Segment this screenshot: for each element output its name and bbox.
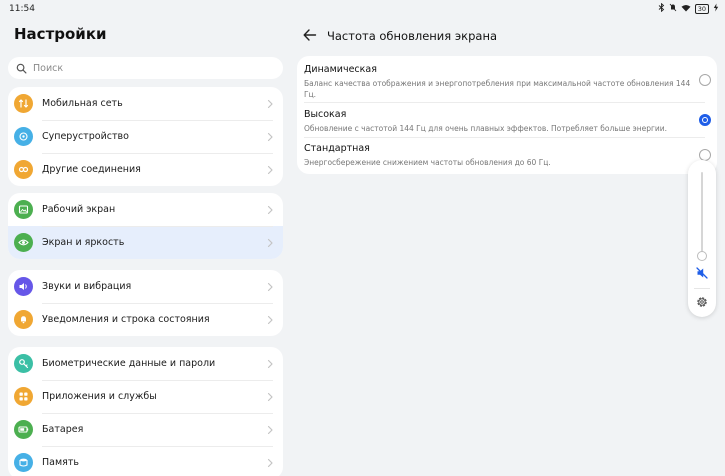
divider <box>42 153 273 154</box>
wifi-icon <box>681 4 691 14</box>
option-standard[interactable]: Стандартная Энергосбережение снижением ч… <box>304 143 704 168</box>
option-high[interactable]: Высокая Обновление с частотой 144 Гц для… <box>304 109 704 134</box>
sidebar-item[interactable]: Другие соединения <box>8 153 283 186</box>
bell-icon <box>14 310 33 329</box>
settings-group: Мобильная сеть Суперустройство Другие соед… <box>8 87 283 186</box>
storage-icon <box>14 453 33 472</box>
divider <box>304 137 705 138</box>
sidebar-item-label: Уведомления и строка состояния <box>42 314 210 325</box>
chevron-right-icon <box>267 238 273 247</box>
chevron-right-icon <box>267 315 273 324</box>
option-description: Энергосбережение снижением частоты обнов… <box>304 158 551 167</box>
mobile-network-icon <box>14 94 33 113</box>
chevron-right-icon <box>267 132 273 141</box>
charging-icon <box>713 3 719 14</box>
chevron-right-icon <box>267 99 273 108</box>
sidebar-item-label: Экран и яркость <box>42 237 125 248</box>
battery-icon <box>14 420 33 439</box>
chevron-right-icon <box>267 458 273 467</box>
option-title: Динамическая <box>304 64 377 75</box>
sidebar-item-label: Батарея <box>42 424 84 435</box>
page-title: Частота обновления экрана <box>327 29 498 43</box>
option-title: Высокая <box>304 109 347 120</box>
sidebar-item-label: Звуки и вибрация <box>42 281 132 292</box>
chevron-right-icon <box>267 282 273 291</box>
settings-title: Настройки <box>14 25 107 43</box>
sidebar-item[interactable]: Мобильная сеть <box>8 87 283 120</box>
divider <box>694 288 710 289</box>
option-description: Обновление с частотой 144 Гц для очень п… <box>304 124 668 133</box>
sidebar-item[interactable]: Батарея <box>8 413 283 446</box>
sidebar-item-label: Память <box>42 457 79 468</box>
sidebar-item-label: Другие соединения <box>42 164 141 175</box>
settings-group: Звуки и вибрация Уведомления и строка сос… <box>8 270 283 336</box>
settings-group: Рабочий экран Экран и яркость <box>8 193 283 259</box>
status-icons: 30 <box>658 2 719 14</box>
key-icon <box>14 354 33 373</box>
sidebar-item[interactable]: Экран и яркость <box>8 226 283 259</box>
chevron-right-icon <box>267 392 273 401</box>
sidebar-item-label: Приложения и службы <box>42 391 157 402</box>
sidebar-item[interactable]: Звуки и вибрация <box>8 270 283 303</box>
search-bar[interactable] <box>8 57 283 79</box>
bluetooth-icon <box>658 2 665 14</box>
gear-icon[interactable] <box>695 295 709 309</box>
home-screen-icon <box>14 200 33 219</box>
volume-panel <box>688 160 716 317</box>
sidebar-item-label: Биометрические данные и пароли <box>42 358 216 369</box>
volume-slider-handle[interactable] <box>697 251 707 261</box>
sidebar-item[interactable]: Приложения и службы <box>8 380 283 413</box>
sidebar-item-label: Мобильная сеть <box>42 98 123 109</box>
link-icon <box>14 160 33 179</box>
option-title: Стандартная <box>304 143 370 154</box>
divider <box>42 303 273 304</box>
speaker-muted-icon[interactable] <box>695 266 709 280</box>
apps-icon <box>14 387 33 406</box>
chevron-right-icon <box>267 425 273 434</box>
sidebar-item[interactable]: Рабочий экран <box>8 193 283 226</box>
divider <box>42 226 273 227</box>
option-description: Баланс качества отображения и энергопотр… <box>304 79 691 99</box>
chevron-right-icon <box>267 205 273 214</box>
battery-status: 30 <box>694 3 709 14</box>
eye-icon <box>14 233 33 252</box>
sidebar-item[interactable]: Биометрические данные и пароли <box>8 347 283 380</box>
mute-status-icon <box>669 3 677 14</box>
refresh-rate-options: Динамическая Баланс качества отображения… <box>297 56 717 174</box>
sidebar-item[interactable]: Уведомления и строка состояния <box>8 303 283 336</box>
sidebar-item-label: Рабочий экран <box>42 204 116 215</box>
sidebar-item-label: Суперустройство <box>42 131 129 142</box>
status-bar: 11:54 30 <box>0 0 725 18</box>
search-input[interactable] <box>33 62 253 74</box>
option-dynamic[interactable]: Динамическая Баланс качества отображения… <box>304 64 704 100</box>
chevron-right-icon <box>267 359 273 368</box>
search-icon <box>16 63 27 73</box>
divider <box>42 380 273 381</box>
radio-dynamic[interactable] <box>699 74 711 86</box>
status-time: 11:54 <box>9 4 35 14</box>
sidebar-item[interactable]: Суперустройство <box>8 120 283 153</box>
super-device-icon <box>14 127 33 146</box>
divider <box>304 102 705 103</box>
sound-icon <box>14 277 33 296</box>
divider <box>42 413 273 414</box>
divider <box>42 120 273 121</box>
chevron-right-icon <box>267 165 273 174</box>
volume-slider-track[interactable] <box>701 172 703 255</box>
back-arrow-icon[interactable] <box>302 27 318 43</box>
sidebar-item[interactable]: Память <box>8 446 283 476</box>
divider <box>42 446 273 447</box>
radio-high[interactable] <box>699 114 711 126</box>
settings-group: Биометрические данные и пароли Приложения… <box>8 347 283 476</box>
